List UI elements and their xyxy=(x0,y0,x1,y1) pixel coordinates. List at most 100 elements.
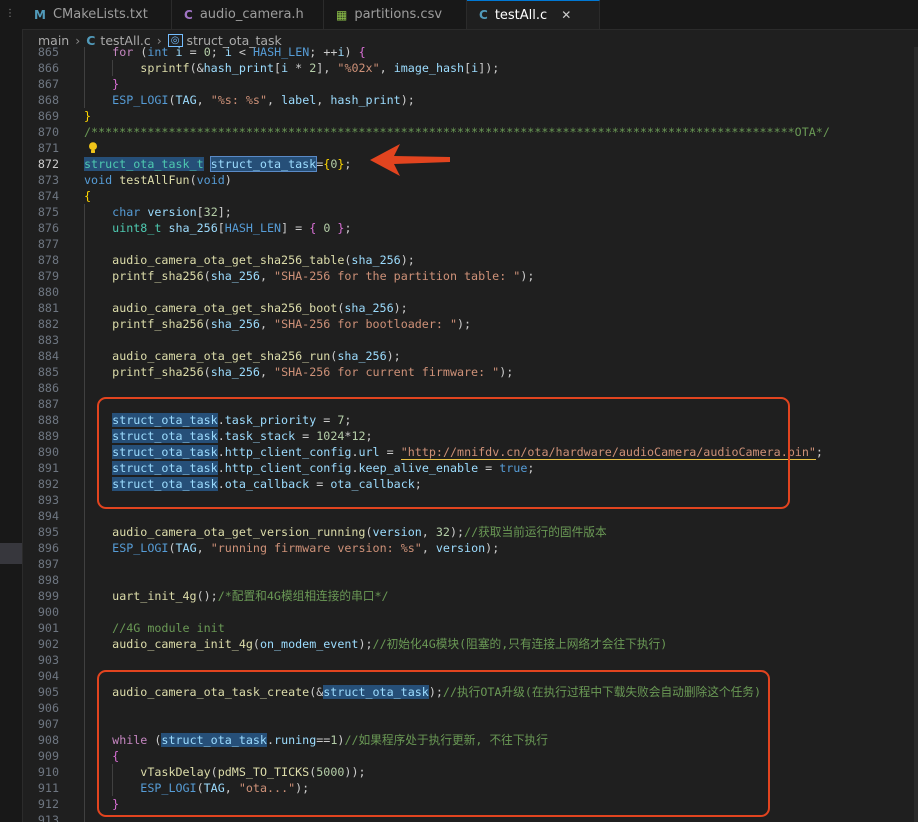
code-text: //4G module init xyxy=(112,621,225,635)
more-icon[interactable]: ⋮ xyxy=(5,8,15,19)
line-number: 894 xyxy=(37,509,59,523)
code-line[interactable]: 879 printf_sha256(sha_256, "SHA-256 for … xyxy=(22,268,918,284)
code-line[interactable]: 895 audio_camera_ota_get_version_running… xyxy=(22,524,918,540)
code-line[interactable]: 865 for (int i = 0; i < HASH_LEN; ++i) { xyxy=(22,47,918,60)
code-text: uint8_t sha_256[HASH_LEN] = { 0 }; xyxy=(112,221,352,235)
code-text: printf_sha256(sha_256, "SHA-256 for curr… xyxy=(112,365,514,379)
code-text: { xyxy=(84,189,92,203)
code-line[interactable]: 886 xyxy=(22,380,918,396)
line-number: 874 xyxy=(37,189,59,203)
close-tab-icon[interactable]: ✕ xyxy=(561,8,571,22)
code-line[interactable]: 868 ESP_LOGI(TAG, "%s: %s", label, hash_… xyxy=(22,92,918,108)
code-line[interactable]: 898 xyxy=(22,572,918,588)
code-line[interactable]: 874 { xyxy=(22,188,918,204)
code-line[interactable]: 873 void testAllFun(void) xyxy=(22,172,918,188)
annotation-arrow-icon xyxy=(370,144,450,176)
tab-label: partitions.csv xyxy=(354,7,443,22)
line-number: 890 xyxy=(37,445,59,459)
line-number: 879 xyxy=(37,269,59,283)
code-text: char version[32]; xyxy=(112,205,232,219)
breadcrumb-symbol[interactable]: struct_ota_task xyxy=(187,33,282,48)
tab-partitions-csv[interactable]: ▦ partitions.csv xyxy=(324,0,467,29)
line-number: 880 xyxy=(37,285,59,299)
line-number: 895 xyxy=(37,525,59,539)
line-number: 897 xyxy=(37,557,59,571)
file-type-icon: ▦ xyxy=(336,7,348,22)
line-number: 875 xyxy=(37,205,59,219)
code-text: } xyxy=(112,77,120,91)
code-editor[interactable]: 865 for (int i = 0; i < HASH_LEN; ++i) {… xyxy=(22,47,918,822)
chevron-right-icon: › xyxy=(75,32,81,48)
code-line[interactable]: 902 audio_camera_init_4g(on_modem_event)… xyxy=(22,636,918,652)
lightbulb-icon[interactable] xyxy=(88,142,98,154)
code-text: struct_ota_task_t struct_ota_task={0}; xyxy=(84,156,352,172)
code-line[interactable]: 875 char version[32]; xyxy=(22,204,918,220)
code-text: uart_init_4g();/*配置和4G模组相连接的串口*/ xyxy=(112,589,389,603)
line-number: 899 xyxy=(37,589,59,603)
code-line[interactable]: 871 xyxy=(22,140,918,156)
code-text: printf_sha256(sha_256, "SHA-256 for boot… xyxy=(112,317,472,331)
code-line[interactable]: 901 //4G module init xyxy=(22,620,918,636)
line-number: 873 xyxy=(37,173,59,187)
line-number: 913 xyxy=(37,813,59,822)
line-number: 867 xyxy=(37,77,59,91)
line-number: 911 xyxy=(37,781,59,795)
code-text: sprintf(&hash_print[i * 2], "%02x", imag… xyxy=(140,61,500,75)
code-line[interactable]: 867 } xyxy=(22,76,918,92)
line-number: 878 xyxy=(37,253,59,267)
line-number: 886 xyxy=(37,381,59,395)
code-text: audio_camera_ota_get_sha256_boot(sha_256… xyxy=(112,301,408,315)
line-number: 893 xyxy=(37,493,59,507)
breadcrumb-file[interactable]: testAll.c xyxy=(100,33,150,48)
code-line[interactable]: 894 xyxy=(22,508,918,524)
code-line[interactable]: 900 xyxy=(22,604,918,620)
line-number: 883 xyxy=(37,333,59,347)
code-line[interactable]: 897 xyxy=(22,556,918,572)
code-line[interactable]: 899 uart_init_4g();/*配置和4G模组相连接的串口*/ xyxy=(22,588,918,604)
breadcrumb-folder[interactable]: main xyxy=(38,33,69,48)
chevron-right-icon: › xyxy=(156,32,162,48)
code-line[interactable]: 881 audio_camera_ota_get_sha256_boot(sha… xyxy=(22,300,918,316)
line-number: 882 xyxy=(37,317,59,331)
code-line[interactable]: 884 audio_camera_ota_get_sha256_run(sha_… xyxy=(22,348,918,364)
code-line[interactable]: 880 xyxy=(22,284,918,300)
line-number: 871 xyxy=(37,141,59,155)
line-number: 909 xyxy=(37,749,59,763)
annotation-box-config xyxy=(97,397,790,509)
code-line[interactable]: 877 xyxy=(22,236,918,252)
code-line[interactable]: 866 sprintf(&hash_print[i * 2], "%02x", … xyxy=(22,60,918,76)
code-line[interactable]: 885 printf_sha256(sha_256, "SHA-256 for … xyxy=(22,364,918,380)
code-line[interactable]: 876 uint8_t sha_256[HASH_LEN] = { 0 }; xyxy=(22,220,918,236)
tab-audio-camera-h[interactable]: Caudio_camera.h xyxy=(172,0,324,29)
code-text: /***************************************… xyxy=(84,125,830,139)
line-number: 892 xyxy=(37,477,59,491)
tab-cmakelists-txt[interactable]: M CMakeLists.txt xyxy=(22,0,172,29)
tab-label: audio_camera.h xyxy=(199,7,304,22)
code-line[interactable]: 882 printf_sha256(sha_256, "SHA-256 for … xyxy=(22,316,918,332)
line-number: 906 xyxy=(37,701,59,715)
code-text: ESP_LOGI(TAG, "running firmware version:… xyxy=(112,541,500,555)
line-number: 870 xyxy=(37,125,59,139)
code-line[interactable]: 878 audio_camera_ota_get_sha256_table(sh… xyxy=(22,252,918,268)
line-number: 876 xyxy=(37,221,59,235)
line-number: 868 xyxy=(37,93,59,107)
code-line[interactable]: 883 xyxy=(22,332,918,348)
line-number: 881 xyxy=(37,301,59,315)
line-number: 884 xyxy=(37,349,59,363)
tab-testall-c[interactable]: CtestAll.c ✕ xyxy=(467,0,600,29)
line-number: 865 xyxy=(37,47,59,59)
code-line[interactable]: 872 struct_ota_task_t struct_ota_task={0}… xyxy=(22,156,918,172)
tab-label: testAll.c xyxy=(494,7,548,23)
line-number: 902 xyxy=(37,637,59,651)
line-number: 898 xyxy=(37,573,59,587)
code-line[interactable]: 870 /************************************… xyxy=(22,124,918,140)
line-number: 872 xyxy=(37,157,59,171)
line-number: 912 xyxy=(37,797,59,811)
strip-highlight xyxy=(0,543,22,564)
code-line[interactable]: 869} xyxy=(22,108,918,124)
line-number: 887 xyxy=(37,397,59,411)
code-line[interactable]: 903 xyxy=(22,652,918,668)
code-line[interactable]: 896 ESP_LOGI(TAG, "running firmware vers… xyxy=(22,540,918,556)
line-number: 869 xyxy=(37,109,59,123)
line-number: 907 xyxy=(37,717,59,731)
